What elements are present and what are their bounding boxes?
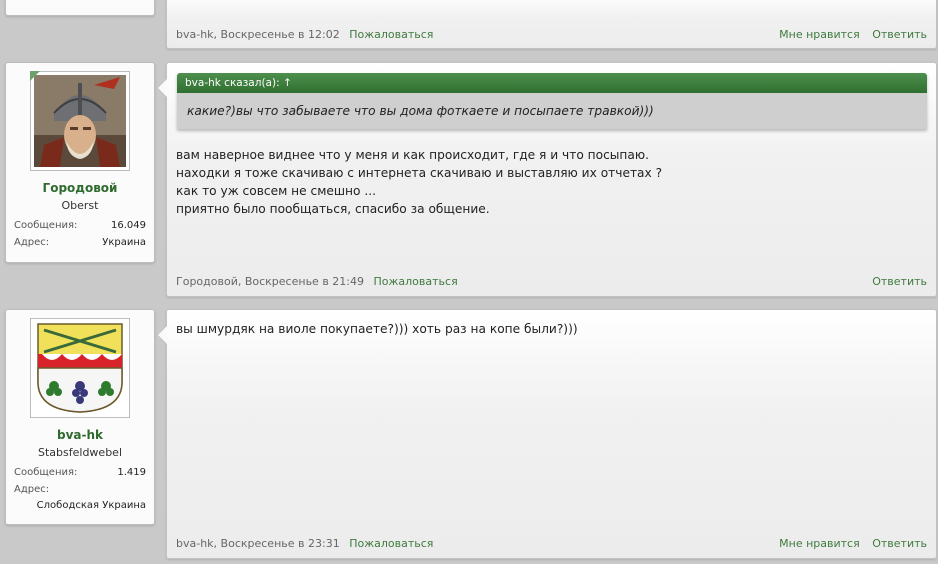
post-pointer (158, 79, 167, 97)
post-author-date[interactable]: bva-hk, Воскресенье в 23:31 (176, 537, 340, 550)
previous-post: bva-hk, Воскресенье в 12:02 Пожаловаться… (166, 0, 937, 49)
post-gorodovoy: bva-hk сказал(а): ↑ какие?)вы что забыва… (157, 62, 937, 297)
messages-value: 1.419 (117, 467, 146, 478)
report-link[interactable]: Пожаловаться (349, 537, 433, 550)
post-footer-meta: bva-hk, Воскресенье в 23:31 Пожаловаться (176, 537, 433, 550)
previous-user-card (5, 0, 155, 16)
address-value: Слободская Украина (36, 500, 146, 511)
post-footer-actions: Ответить (863, 275, 927, 288)
user-rank: Oberst (61, 199, 99, 212)
post-footer-meta: Городовой, Воскресенье в 21:49 Пожаловат… (176, 275, 458, 288)
post-author-date[interactable]: bva-hk, Воскресенье в 12:02 (176, 28, 340, 41)
post-footer-meta: bva-hk, Воскресенье в 12:02 Пожаловаться (176, 28, 433, 41)
address-label: Адрес: (14, 237, 50, 248)
reply-link[interactable]: Ответить (872, 275, 927, 288)
quote-header[interactable]: bva-hk сказал(а): ↑ (177, 73, 927, 93)
coat-of-arms-avatar-icon (34, 322, 126, 414)
messages-value: 16.049 (111, 220, 146, 231)
post-body: вам наверное виднее что у меня и как про… (176, 148, 663, 216)
user-card-bva-hk: bva-hk Stabsfeldwebel Сообщения: 1.419 А… (5, 309, 155, 525)
user-card-gorodovoy: Городовой Oberst Сообщения: 16.049 Адрес… (5, 62, 155, 263)
post-body: вы шмурдяк на виоле покупаете?))) хоть р… (176, 322, 578, 336)
post-footer-actions: Мне нравится Ответить (770, 28, 927, 41)
like-link[interactable]: Мне нравится (779, 28, 860, 41)
post-footer-actions: Мне нравится Ответить (770, 537, 927, 550)
messages-label: Сообщения: (14, 467, 78, 478)
address-label: Адрес: (14, 484, 50, 495)
post-author-date[interactable]: Городовой, Воскресенье в 21:49 (176, 275, 364, 288)
post-pointer (158, 326, 167, 344)
avatar[interactable] (30, 318, 130, 418)
username[interactable]: bva-hk (6, 428, 154, 442)
post-bva-hk: вы шмурдяк на виоле покупаете?))) хоть р… (157, 309, 937, 559)
reply-link[interactable]: Ответить (872, 537, 927, 550)
avatar[interactable] (30, 71, 130, 171)
user-rank: Stabsfeldwebel (38, 446, 122, 459)
username[interactable]: Городовой (6, 181, 154, 195)
messages-label: Сообщения: (14, 220, 78, 231)
quote-block: bva-hk сказал(а): ↑ какие?)вы что забыва… (177, 73, 927, 129)
report-link[interactable]: Пожаловаться (374, 275, 458, 288)
address-value: Украина (102, 237, 146, 248)
reply-link[interactable]: Ответить (872, 28, 927, 41)
like-link[interactable]: Мне нравится (779, 537, 860, 550)
quote-text: какие?)вы что забываете что вы дома фотк… (177, 93, 927, 129)
corner-flag-icon (30, 71, 40, 81)
report-link[interactable]: Пожаловаться (349, 28, 433, 41)
warrior-avatar-icon (34, 75, 126, 167)
